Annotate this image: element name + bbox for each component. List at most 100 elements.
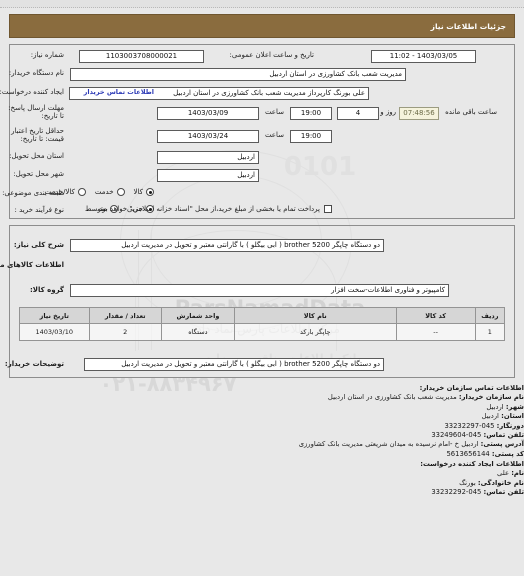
buyer-org-city-line: شهر: اردبیل [16, 403, 524, 412]
remaining-suffix-wrap: ساعت باقی مانده [445, 108, 497, 116]
buyer-notes-field[interactable]: دو دستگاه چاپگر brother 5200 ( ابی بیگلو… [84, 358, 384, 371]
buyer-org-fax-label: دورنگار: [496, 421, 524, 430]
announce-datetime-field-wrap: 1403/03/05 - 11:02 [371, 50, 476, 63]
buyer-org-address-line: آدرس پستی: اردبیل خ -امام نرسیده به میدا… [16, 440, 524, 449]
validity-date-field-wrap: 1403/03/24 [157, 130, 259, 143]
need-number-field[interactable]: 1103003708000021 [79, 50, 204, 63]
buyer-org-name-value: مدیریت شعب بانک کشاورزی در استان اردبیل [327, 393, 457, 402]
table-header-row: ردیف کد کالا نام کالا واحد شمارش تعداد /… [19, 307, 506, 324]
page-title-bar: جزئیات اطلاعات نیاز [9, 14, 515, 38]
th-unit: واحد شمارش [160, 307, 235, 324]
radio-service-icon[interactable] [116, 188, 125, 196]
remaining-time-field-wrap: 07:48:56 [399, 107, 439, 120]
buyer-org-address-label: آدرس پستی: [480, 440, 524, 449]
buyer-org-city-label: شهر: [505, 402, 524, 411]
validity-label-wrap: حداقل تاریخ اعتبار قیمت: تا تاریخ: [4, 127, 64, 143]
requester-phone-label: تلفن تماس: [483, 488, 524, 497]
category-option-service-label: خدمت [94, 188, 114, 196]
th-goods-name: نام کالا [233, 307, 397, 324]
buyer-org-province-value: اردبیل [481, 412, 499, 421]
requester-last-name-line: نام خانوادگی: بورنگ [16, 479, 524, 488]
buyer-org-contact-heading: اطلاعات تماس سازمان خریدار: [419, 384, 524, 392]
th-need-date: تاریخ نیاز [19, 307, 90, 324]
validity-date-field[interactable]: 1403/03/24 [157, 130, 259, 143]
buyer-org-province-line: استان: اردبیل [16, 412, 524, 421]
need-summary-field[interactable]: دو دستگاه چاپگر brother 5200 ( ابی بیگلو… [70, 239, 384, 252]
requester-phone-value: 045-33232292 [431, 488, 482, 497]
buyer-org-contact-block: اطلاعات تماس سازمان خریدار: نام سازمان خ… [8, 384, 524, 459]
treasury-checkbox-label: پرداخت تمام یا بخشی از مبلغ خرید،از محل … [96, 205, 320, 213]
buyer-org-name-line: نام سازمان خریدار: مدیریت شعب بانک کشاور… [16, 393, 524, 402]
remaining-days-field-wrap: 4 [337, 107, 379, 120]
cell-goods-code: -- [395, 323, 476, 341]
goods-group-field[interactable]: کامپیوتر و فناوری اطلاعات-سخت افزار [70, 284, 449, 297]
province-field-wrap: اردبیل [157, 151, 259, 164]
treasury-checkbox-wrap[interactable]: پرداخت تمام یا بخشی از مبلغ خرید،از محل … [97, 205, 332, 213]
days-and-label: روز و [380, 108, 396, 116]
validity-label: حداقل تاریخ اعتبار قیمت: تا تاریخ: [11, 127, 64, 143]
need-number-label-wrap: شماره نیاز: [31, 51, 64, 59]
buyer-notes-label: توضیحات خریدار: [4, 360, 64, 368]
radio-goods-service-icon[interactable] [77, 188, 86, 196]
announce-datetime-label-wrap: تاریخ و ساعت اعلان عمومی: [230, 51, 314, 59]
requester-last-name-value: بورنگ [459, 478, 476, 487]
th-row-no: ردیف [474, 307, 506, 324]
buyer-org-field[interactable]: مدیریت شعب بانک کشاورزی در استان اردبیل [70, 68, 406, 81]
city-field[interactable]: اردبیل [157, 169, 259, 182]
requester-label: ایجاد کننده درخواست: [0, 88, 64, 96]
buyer-org-postal-label: کد پستی: [491, 449, 524, 458]
goods-info-heading-wrap: اطلاعات کالاهای مورد نیاز [0, 261, 64, 269]
remaining-days-field: 4 [337, 107, 379, 120]
category-radio-group: کالا خدمت کالا/خدمت [35, 188, 154, 196]
city-field-wrap: اردبیل [157, 169, 259, 182]
goods-table: ردیف کد کالا نام کالا واحد شمارش تعداد /… [19, 307, 506, 341]
buyer-org-phone-label: تلفن تماس: [483, 431, 524, 440]
deadline-date-field[interactable]: 1403/03/09 [157, 107, 259, 120]
validity-hour-field-wrap: 19:00 [290, 130, 332, 143]
requester-contact-block: اطلاعات ایجاد کننده درخواست: نام: علی نا… [8, 460, 524, 498]
cell-unit: دستگاه [160, 323, 235, 341]
buyer-org-phone-value: 045-33249604 [431, 431, 482, 440]
category-option-goods[interactable]: کالا [134, 188, 154, 196]
buyer-contact-link[interactable]: اطلاعات تماس خریدار [84, 88, 154, 96]
requester-phone-line: تلفن تماس: 045-33232292 [16, 488, 524, 497]
cell-need-date: 1403/03/10 [19, 323, 90, 341]
province-field[interactable]: اردبیل [157, 151, 259, 164]
requester-first-name-label: نام: [511, 469, 524, 478]
need-summary-label: شرح کلی نیاز: [13, 241, 64, 249]
remaining-suffix-label: ساعت باقی مانده [445, 108, 497, 116]
deadline-label-wrap: مهلت ارسال پاسخ: تا تاریخ: [2, 104, 64, 120]
top-strip [0, 0, 524, 8]
announce-datetime-field[interactable]: 1403/03/05 - 11:02 [371, 50, 476, 63]
validity-hour-field[interactable]: 19:00 [290, 130, 332, 143]
th-quantity: تعداد / مقدار [88, 307, 162, 324]
announce-datetime-label: تاریخ و ساعت اعلان عمومی: [229, 51, 314, 59]
requester-first-name-line: نام: علی [16, 469, 524, 478]
buyer-org-name-label: نام سازمان خریدار: [458, 393, 524, 402]
deadline-date-field-wrap: 1403/03/09 [157, 107, 259, 120]
category-option-goods-service[interactable]: کالا/خدمت [44, 188, 86, 196]
category-option-service[interactable]: خدمت [95, 188, 125, 196]
province-label-wrap: استان محل تحویل: [9, 152, 64, 160]
buyer-org-field-wrap: مدیریت شعب بانک کشاورزی در استان اردبیل [70, 68, 406, 81]
cell-goods-name: چاپگر بارکد [233, 323, 397, 341]
need-number-label: شماره نیاز: [30, 51, 64, 59]
deadline-hour-field-wrap: 19:00 [290, 107, 332, 120]
treasury-checkbox-icon[interactable] [324, 205, 332, 213]
need-summary-field-wrap: دو دستگاه چاپگر brother 5200 ( ابی بیگلو… [70, 239, 384, 252]
goods-group-label-wrap: گروه کالا: [30, 286, 64, 294]
goods-info-heading: اطلاعات کالاهای مورد نیاز [0, 261, 64, 269]
requester-contact-heading: اطلاعات ایجاد کننده درخواست: [420, 460, 524, 468]
buyer-org-province-label: استان: [501, 412, 524, 421]
th-goods-code: کد کالا [395, 307, 476, 324]
category-option-goods-service-label: کالا/خدمت [44, 188, 75, 196]
radio-goods-icon[interactable] [146, 188, 154, 196]
buyer-org-address-value: اردبیل خ -امام نرسیده به میدان شریعتی مد… [298, 440, 479, 449]
buyer-contact-link-wrap: اطلاعات تماس خریدار [84, 88, 154, 96]
process-label: نوع فرآیند خرید : [14, 206, 64, 214]
province-label: استان محل تحویل: [9, 152, 64, 160]
goods-group-field-wrap: کامپیوتر و فناوری اطلاعات-سخت افزار [70, 284, 449, 297]
page-title: جزئیات اطلاعات نیاز [430, 21, 506, 31]
deadline-hour-field[interactable]: 19:00 [290, 107, 332, 120]
validity-hour-label: ساعت [264, 131, 284, 139]
